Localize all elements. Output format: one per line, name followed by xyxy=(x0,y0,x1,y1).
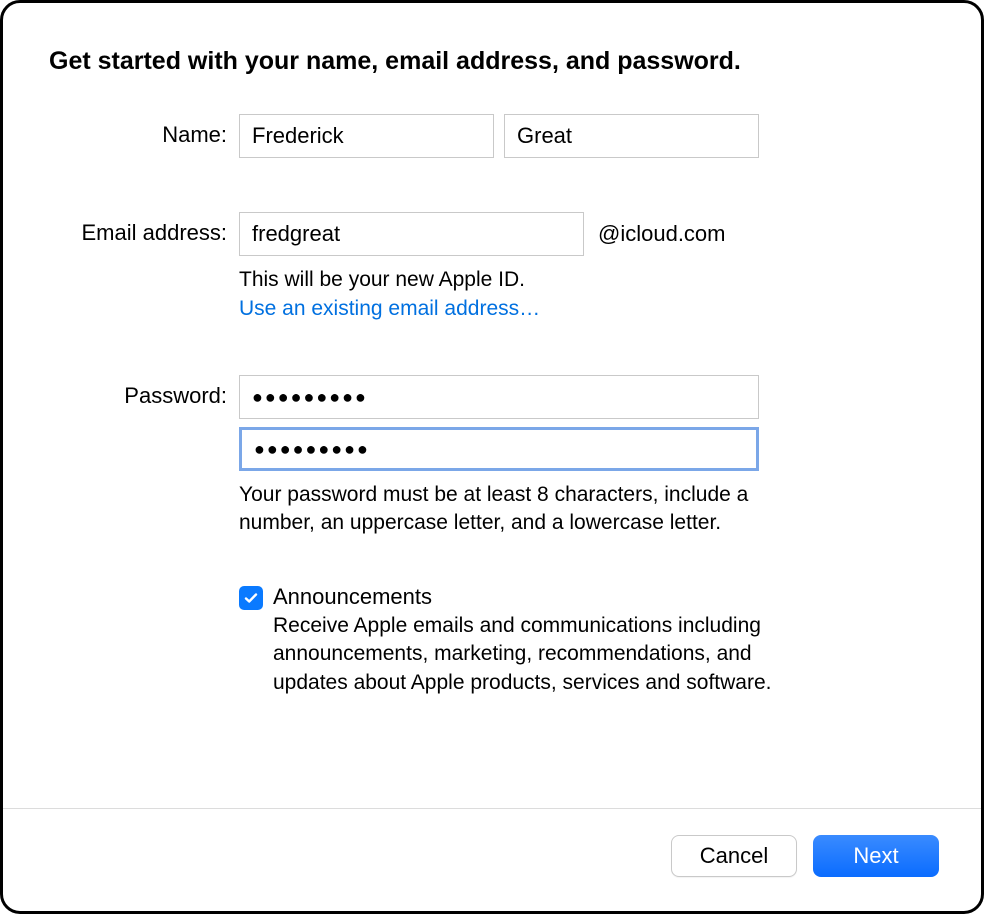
announcements-desc: Receive Apple emails and communications … xyxy=(273,612,783,697)
dialog-window: Get started with your name, email addres… xyxy=(0,0,984,914)
password-input[interactable] xyxy=(239,375,759,419)
checkmark-icon xyxy=(239,586,263,610)
name-row: Name: xyxy=(49,114,935,158)
password-row: Password: Your password must be at least… xyxy=(49,375,935,697)
first-name-input[interactable] xyxy=(239,114,494,158)
next-button[interactable]: Next xyxy=(813,835,939,877)
dialog-content: Get started with your name, email addres… xyxy=(3,3,981,808)
password-confirm-input[interactable] xyxy=(239,427,759,471)
email-row: Email address: @icloud.com This will be … xyxy=(49,212,935,321)
email-helper-text: This will be your new Apple ID. xyxy=(239,266,759,293)
announcements-checkbox[interactable] xyxy=(239,586,265,612)
email-label: Email address: xyxy=(49,212,239,246)
dialog-footer: Cancel Next xyxy=(3,808,981,911)
password-label: Password: xyxy=(49,375,239,409)
page-title: Get started with your name, email addres… xyxy=(49,47,935,76)
use-existing-email-link[interactable]: Use an existing email address… xyxy=(239,297,935,321)
name-label: Name: xyxy=(49,114,239,148)
email-prefix-input[interactable] xyxy=(239,212,584,256)
password-helper-text: Your password must be at least 8 charact… xyxy=(239,481,759,536)
cancel-button[interactable]: Cancel xyxy=(671,835,797,877)
email-suffix: @icloud.com xyxy=(598,221,726,247)
announcements-option: Announcements Receive Apple emails and c… xyxy=(239,584,935,697)
last-name-input[interactable] xyxy=(504,114,759,158)
announcements-title: Announcements xyxy=(273,584,935,610)
